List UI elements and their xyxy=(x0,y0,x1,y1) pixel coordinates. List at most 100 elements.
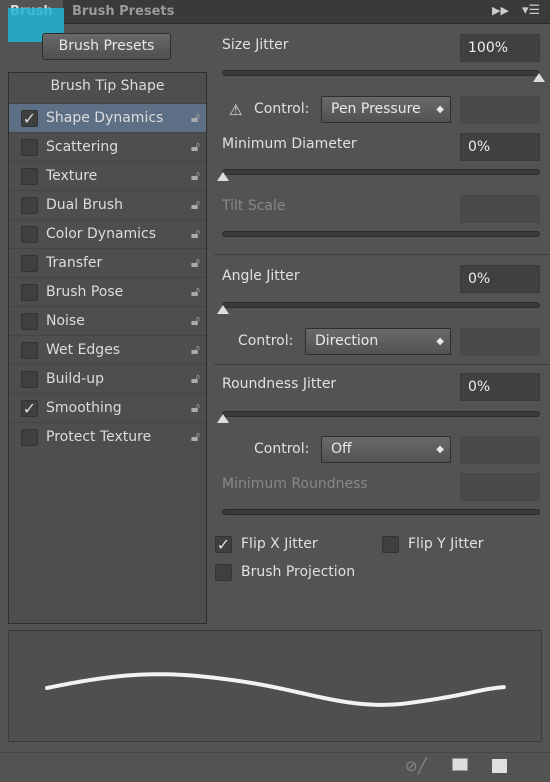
checkbox[interactable] xyxy=(382,536,399,553)
select-arrows-icon: ◆ xyxy=(436,104,444,115)
brush-presets-button[interactable]: Brush Presets xyxy=(42,33,171,60)
slider-thumb[interactable] xyxy=(217,172,229,181)
checkbox[interactable] xyxy=(21,371,38,388)
list-item-protect-texture[interactable]: Protect Texture 🔓︎ xyxy=(9,422,206,451)
control-select-angle[interactable]: Direction ◆ xyxy=(305,328,451,355)
list-item-label: Brush Pose xyxy=(46,284,124,300)
size-jitter-slider[interactable] xyxy=(222,70,545,82)
control-label: Control: xyxy=(254,101,310,117)
list-item-label: Shape Dynamics xyxy=(46,110,164,126)
lock-icon[interactable]: 🔓︎ xyxy=(191,278,200,307)
size-jitter-input[interactable]: 100% xyxy=(460,34,540,62)
tilt-scale-slider xyxy=(222,231,540,237)
brush-settings-list: Brush Tip Shape ✓ Shape Dynamics 🔓︎ Scatter… xyxy=(8,72,207,624)
control-select-roundness[interactable]: Off ◆ xyxy=(321,436,451,463)
tab-brush-presets[interactable]: Brush Presets xyxy=(62,0,184,24)
checkbox[interactable] xyxy=(21,139,38,156)
flip-y-label: Flip Y Jitter xyxy=(408,536,484,552)
tab-bar: Brush Brush Presets ▶▶ ▾☰ xyxy=(0,0,550,24)
list-item-smoothing[interactable]: ✓ Smoothing 🔓︎ xyxy=(9,393,206,422)
panel-menu-icon[interactable]: ▾☰ xyxy=(522,3,540,18)
list-item-brush-tip-shape[interactable]: Brush Tip Shape xyxy=(9,73,206,102)
roundness-jitter-input[interactable]: 0% xyxy=(460,373,540,401)
list-item-brush-pose[interactable]: Brush Pose 🔓︎ xyxy=(9,277,206,306)
list-item-texture[interactable]: Texture 🔓︎ xyxy=(9,161,206,190)
minimum-roundness-label: Minimum Roundness xyxy=(222,476,368,492)
checkbox[interactable] xyxy=(21,313,38,330)
divider xyxy=(214,364,550,365)
tilt-scale-label: Tilt Scale xyxy=(222,198,286,214)
control-value-size xyxy=(460,96,540,124)
list-item-label: Texture xyxy=(46,168,98,184)
list-item-wet-edges[interactable]: Wet Edges 🔓︎ xyxy=(9,335,206,364)
list-item-shape-dynamics[interactable]: ✓ Shape Dynamics 🔓︎ xyxy=(9,103,206,132)
list-item-label: Scattering xyxy=(46,139,119,155)
checkbox[interactable] xyxy=(21,342,38,359)
list-item-label: Smoothing xyxy=(46,400,122,416)
lock-icon[interactable]: 🔓︎ xyxy=(191,104,200,133)
new-brush-icon[interactable] xyxy=(492,759,507,773)
lock-icon[interactable]: 🔓︎ xyxy=(191,423,200,452)
select-arrows-icon: ◆ xyxy=(436,336,444,347)
roundness-jitter-slider[interactable] xyxy=(217,411,540,423)
minimum-diameter-label: Minimum Diameter xyxy=(222,136,357,152)
checkbox[interactable] xyxy=(21,255,38,272)
warning-icon: ⚠ xyxy=(229,101,243,119)
angle-jitter-slider[interactable] xyxy=(217,302,540,314)
checkbox[interactable] xyxy=(21,284,38,301)
list-item-build-up[interactable]: Build-up 🔓︎ xyxy=(9,364,206,393)
minimum-roundness-slider xyxy=(222,509,540,515)
slider-thumb[interactable] xyxy=(533,73,545,82)
lock-icon[interactable]: 🔓︎ xyxy=(191,394,200,423)
brush-stroke-preview xyxy=(8,630,542,742)
lock-icon[interactable]: 🔓︎ xyxy=(191,220,200,249)
list-item-label: Color Dynamics xyxy=(46,226,157,242)
brush-projection-label: Brush Projection xyxy=(241,564,356,580)
checkbox[interactable]: ✓ xyxy=(21,400,38,417)
lock-icon[interactable]: 🔓︎ xyxy=(191,191,200,220)
flip-x-jitter-checkbox[interactable]: ✓ Flip X Jitter xyxy=(215,536,375,556)
lock-icon[interactable]: 🔓︎ xyxy=(191,249,200,278)
list-item-dual-brush[interactable]: Dual Brush 🔓︎ xyxy=(9,190,206,219)
list-item-label: Protect Texture xyxy=(46,429,152,445)
size-jitter-label: Size Jitter xyxy=(222,37,289,53)
control-label: Control: xyxy=(254,441,310,457)
lock-icon[interactable]: 🔓︎ xyxy=(191,133,200,162)
lock-icon[interactable]: 🔓︎ xyxy=(191,307,200,336)
bottom-toolbar: ⊘╱ xyxy=(0,752,550,782)
slider-thumb[interactable] xyxy=(217,305,229,314)
checkbox[interactable]: ✓ xyxy=(215,536,232,553)
list-item-label: Build-up xyxy=(46,371,104,387)
minimum-diameter-input[interactable]: 0% xyxy=(460,133,540,161)
angle-jitter-input[interactable]: 0% xyxy=(460,265,540,293)
control-select-size[interactable]: Pen Pressure ◆ xyxy=(321,96,451,123)
lock-icon[interactable]: 🔓︎ xyxy=(191,365,200,394)
tilt-scale-input xyxy=(460,195,540,223)
list-item-scattering[interactable]: Scattering 🔓︎ xyxy=(9,132,206,161)
create-new-preset-grid-icon[interactable] xyxy=(452,758,468,771)
divider xyxy=(214,254,550,255)
checkbox[interactable] xyxy=(21,168,38,185)
list-item-color-dynamics[interactable]: Color Dynamics 🔓︎ xyxy=(9,219,206,248)
checkbox[interactable] xyxy=(21,429,38,446)
checkbox[interactable] xyxy=(21,197,38,214)
minimum-diameter-slider[interactable] xyxy=(217,169,540,181)
checkbox[interactable] xyxy=(215,564,232,581)
select-value: Off xyxy=(331,441,352,457)
collapse-icon[interactable]: ▶▶ xyxy=(492,4,509,17)
checkbox[interactable] xyxy=(21,226,38,243)
select-arrows-icon: ◆ xyxy=(436,444,444,455)
toggle-live-tip-preview-icon[interactable]: ⊘╱ xyxy=(405,757,427,775)
slider-thumb[interactable] xyxy=(217,414,229,423)
select-value: Direction xyxy=(315,333,379,349)
roundness-jitter-label: Roundness Jitter xyxy=(222,376,337,392)
checkbox[interactable]: ✓ xyxy=(21,110,38,127)
lock-icon[interactable]: 🔓︎ xyxy=(191,336,200,365)
flip-y-jitter-checkbox[interactable]: Flip Y Jitter xyxy=(382,536,542,556)
list-item-noise[interactable]: Noise 🔓︎ xyxy=(9,306,206,335)
list-item-transfer[interactable]: Transfer 🔓︎ xyxy=(9,248,206,277)
lock-icon[interactable]: 🔓︎ xyxy=(191,162,200,191)
brush-projection-checkbox[interactable]: Brush Projection xyxy=(215,564,415,584)
flip-x-label: Flip X Jitter xyxy=(241,536,318,552)
list-item-label: Dual Brush xyxy=(46,197,123,213)
